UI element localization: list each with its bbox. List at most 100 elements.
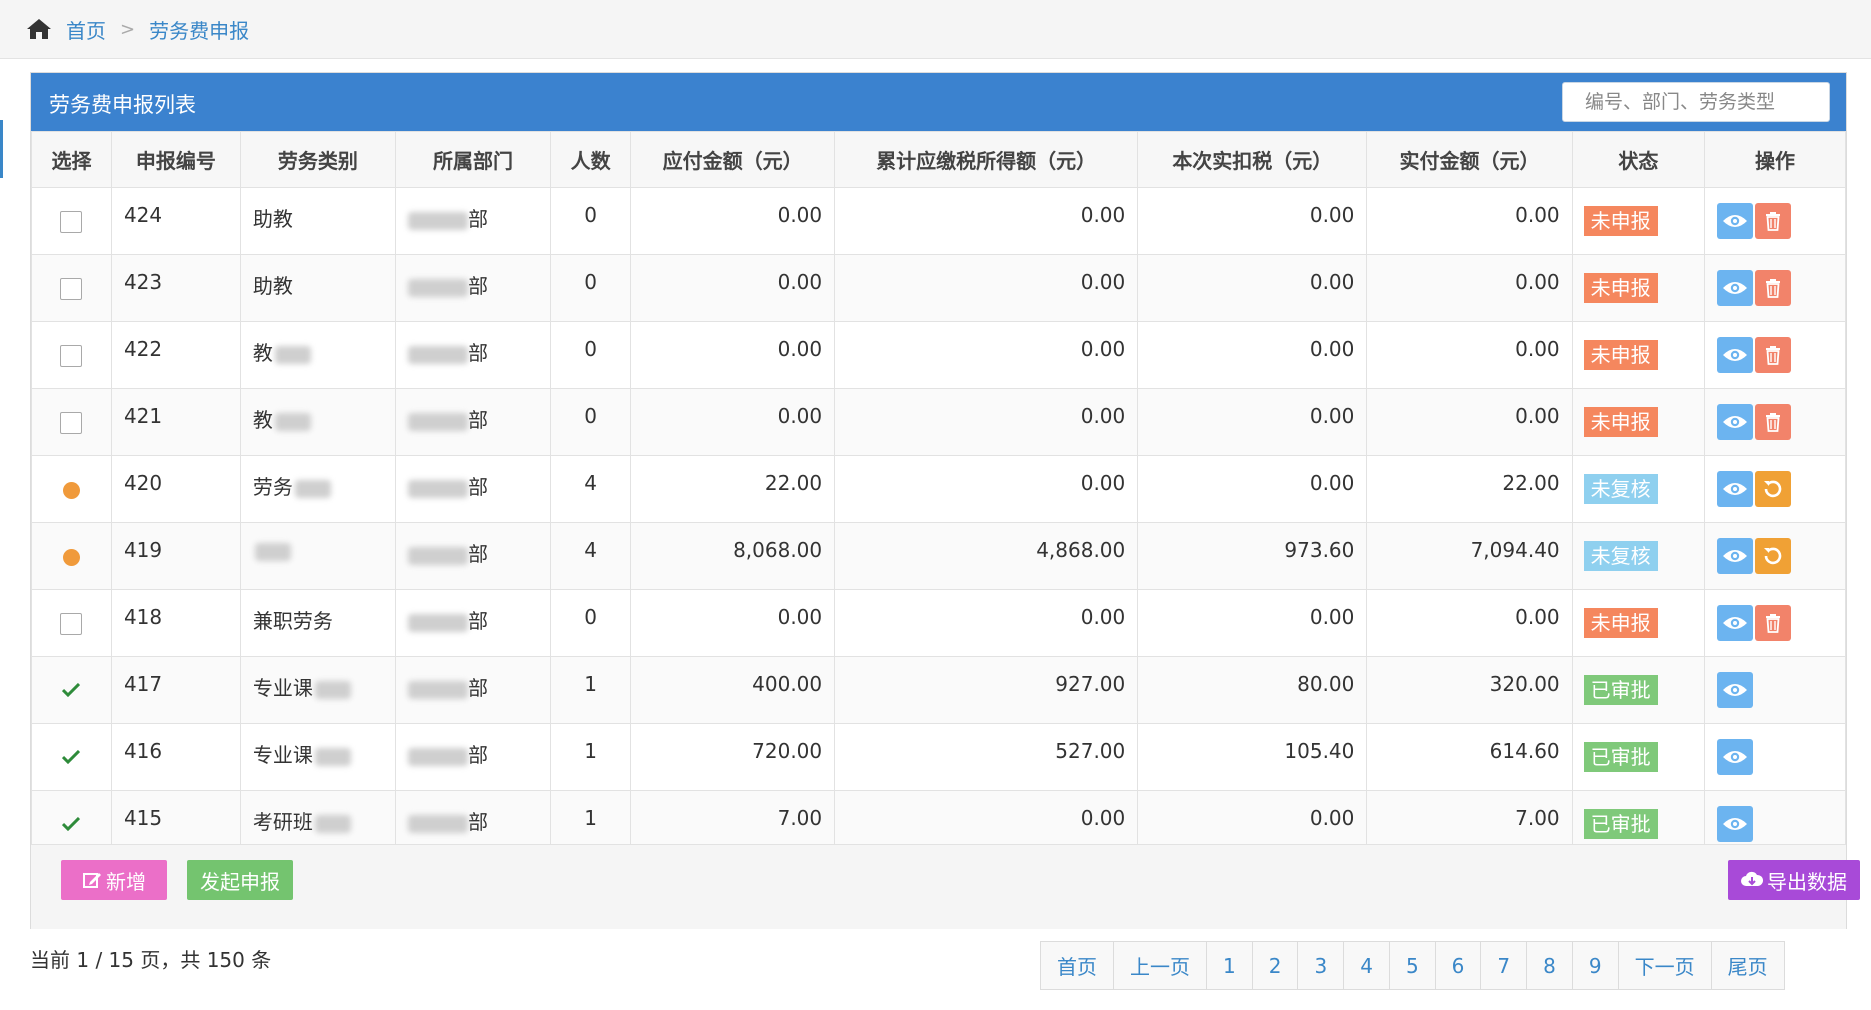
page-prev-link[interactable]: 上一页 (1114, 942, 1207, 989)
payable-amount: 0.00 (630, 321, 836, 389)
select-cell (31, 187, 112, 255)
view-button[interactable] (1717, 604, 1754, 641)
redacted-text (294, 479, 331, 498)
page-link[interactable]: 3 (1298, 942, 1345, 989)
payable-amount: 8,068.00 (630, 522, 836, 590)
status-badge: 未申报 (1583, 406, 1658, 437)
check-icon (62, 682, 81, 697)
export-data-button[interactable]: 导出数据 (1728, 860, 1860, 900)
department: 部 (467, 475, 488, 499)
labor-type-cell: 专业课 (239, 723, 396, 791)
declaration-id: 418 (110, 589, 241, 657)
breadcrumb-home-link[interactable]: 首页 (66, 15, 106, 44)
breadcrumb-current-link[interactable]: 劳务费申报 (149, 15, 249, 44)
status-badge: 未申报 (1583, 272, 1658, 303)
row-checkbox[interactable] (60, 344, 83, 367)
tax-withheld: 80.00 (1137, 656, 1368, 724)
redacted-text (314, 680, 351, 699)
actions-cell (1704, 723, 1846, 791)
submit-declaration-button[interactable]: 发起申报 (187, 860, 293, 900)
view-icon (1722, 548, 1748, 564)
page-link[interactable]: 9 (1573, 942, 1619, 989)
select-cell (31, 455, 112, 523)
page-last-link[interactable]: 尾页 (1712, 942, 1784, 989)
status-dot (62, 481, 80, 499)
view-button[interactable] (1717, 269, 1754, 306)
headcount: 0 (550, 254, 632, 322)
view-button[interactable] (1717, 537, 1754, 574)
headcount: 1 (550, 723, 632, 791)
taxable-income: 0.00 (834, 254, 1139, 322)
view-icon (1722, 213, 1748, 229)
status-badge: 未申报 (1583, 607, 1658, 638)
view-button[interactable] (1717, 470, 1754, 507)
delete-button[interactable] (1755, 202, 1792, 239)
headcount: 0 (550, 388, 632, 456)
status-cell: 未申报 (1571, 589, 1706, 657)
redacted-text (407, 211, 468, 230)
department-cell: 部 (394, 723, 552, 791)
delete-button[interactable] (1755, 336, 1792, 373)
labor-type-cell: 兼职劳务 (239, 589, 396, 657)
row-checkbox[interactable] (60, 612, 83, 635)
declaration-id: 416 (110, 723, 241, 791)
declaration-id: 421 (110, 388, 241, 456)
select-cell (31, 388, 112, 456)
home-icon (27, 19, 51, 39)
department-cell: 部 (394, 656, 552, 724)
view-button[interactable] (1717, 805, 1754, 842)
tax-withheld: 0.00 (1137, 589, 1368, 657)
view-button[interactable] (1717, 403, 1754, 440)
page-link[interactable]: 6 (1436, 942, 1482, 989)
search-input[interactable] (1583, 90, 1830, 114)
payable-amount: 0.00 (630, 254, 836, 322)
page-link[interactable]: 1 (1207, 942, 1253, 989)
panel-header: 劳务费申报列表 (31, 73, 1846, 131)
select-cell (31, 723, 112, 791)
department: 部 (467, 341, 488, 365)
status-badge: 未复核 (1583, 540, 1658, 571)
select-cell (31, 321, 112, 389)
page-link[interactable]: 7 (1481, 942, 1528, 989)
add-button[interactable]: 新增 (61, 860, 167, 900)
delete-button[interactable] (1755, 269, 1792, 306)
view-button[interactable] (1717, 336, 1754, 373)
redacted-text (407, 345, 468, 364)
delete-button[interactable] (1755, 604, 1792, 641)
column-header: 本次实扣税（元） (1137, 131, 1368, 188)
row-checkbox[interactable] (60, 411, 83, 434)
view-button[interactable] (1717, 671, 1754, 708)
department-cell: 部 (394, 187, 552, 255)
labor-type-cell: 教 (239, 388, 396, 456)
taxable-income: 927.00 (834, 656, 1139, 724)
trash-icon (1765, 613, 1781, 633)
trash-icon (1765, 278, 1781, 298)
view-button[interactable] (1717, 202, 1754, 239)
page-first-link[interactable]: 首页 (1041, 942, 1114, 989)
check-icon (62, 816, 81, 831)
page-link[interactable]: 4 (1344, 942, 1390, 989)
delete-button[interactable] (1755, 403, 1792, 440)
labor-type-cell: 劳务 (239, 455, 396, 523)
status-badge: 未复核 (1583, 473, 1658, 504)
page-link[interactable]: 8 (1527, 942, 1573, 989)
redacted-text (407, 479, 468, 498)
page-next-link[interactable]: 下一页 (1619, 942, 1712, 989)
redacted-text (407, 814, 468, 833)
page-link[interactable]: 2 (1253, 942, 1299, 989)
revert-button[interactable] (1755, 537, 1792, 574)
declaration-id: 420 (110, 455, 241, 523)
headcount: 4 (550, 522, 632, 590)
page-link[interactable]: 5 (1390, 942, 1436, 989)
export-button-label: 导出数据 (1767, 869, 1847, 894)
view-button[interactable] (1717, 738, 1754, 775)
table-footer-toolbar: 新增 发起申报 导出数据 (31, 844, 1860, 929)
labor-type: 劳务 (252, 475, 293, 499)
row-checkbox[interactable] (60, 277, 83, 300)
column-header: 所属部门 (394, 131, 552, 188)
revert-button[interactable] (1755, 470, 1792, 507)
undo-icon (1762, 478, 1784, 500)
status-badge: 未申报 (1583, 205, 1658, 236)
taxable-income: 0.00 (834, 388, 1139, 456)
row-checkbox[interactable] (60, 210, 83, 233)
